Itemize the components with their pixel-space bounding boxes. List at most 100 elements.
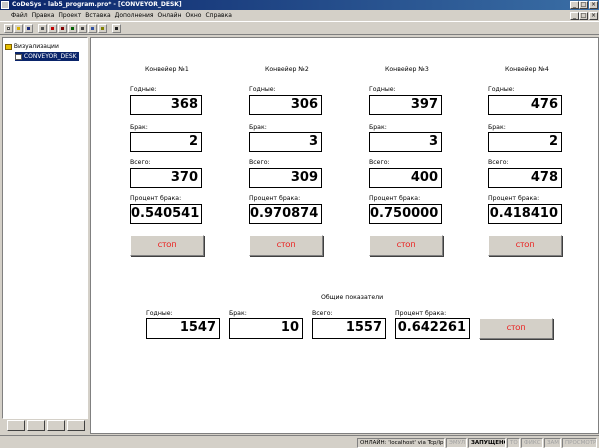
conveyor-3-title: Конвейер №3	[385, 66, 429, 73]
conveyor-2-pct-value: 0.970874	[249, 204, 322, 224]
watch-icon[interactable]	[98, 24, 107, 33]
defect-label: Брак:	[249, 124, 267, 131]
run-icon[interactable]	[68, 24, 77, 33]
visualization-tab-icon[interactable]	[47, 420, 65, 431]
tree-folder-label: Визуализации	[13, 43, 59, 50]
defect-label: Брак:	[488, 124, 506, 131]
status-sim: ЭМУЛ	[446, 438, 467, 448]
summary-total-value: 1557	[312, 318, 386, 339]
status-force: ФИКС	[521, 438, 543, 448]
child-maximize-button[interactable]: □	[579, 12, 588, 20]
conveyor-3-total-value: 400	[369, 168, 442, 188]
defect-pct-label: Процент брака:	[249, 195, 301, 202]
defect-label: Брак:	[369, 124, 387, 131]
defect-pct-label: Процент брака:	[130, 195, 182, 202]
conveyor-4-good-value: 476	[488, 95, 562, 115]
conveyor-1-total-value: 370	[130, 168, 202, 188]
menu-extras[interactable]: Дополнения	[113, 12, 156, 19]
status-online: ОНЛАЙН: 'localhost' via Tcp/Ip	[357, 438, 445, 448]
conveyor-2-stop-button[interactable]: СТОП	[249, 235, 323, 256]
total-label: Всего:	[488, 159, 509, 166]
conveyor-4-total-value: 478	[488, 168, 562, 188]
pou-tab-icon[interactable]	[7, 420, 25, 431]
conveyor-3-defect-value: 3	[369, 132, 442, 152]
menu-insert[interactable]: Вставка	[83, 12, 112, 19]
summary-total-label: Всего:	[312, 310, 333, 317]
folder-icon	[5, 43, 12, 50]
status-bar: ОНЛАЙН: 'localhost' via Tcp/Ip ЭМУЛ ЗАПУ…	[0, 435, 599, 448]
step-icon[interactable]	[88, 24, 97, 33]
summary-good-label: Годные:	[146, 310, 173, 317]
new-icon[interactable]	[4, 24, 13, 33]
conveyor-1-good-value: 368	[130, 95, 202, 115]
summary-title: Общие показатели	[321, 294, 384, 301]
status-overwrite: ЗАМ	[544, 438, 561, 448]
conveyor-1-title: Конвейер №1	[145, 66, 189, 73]
close-button[interactable]: ×	[589, 1, 598, 9]
good-label: Годные:	[488, 86, 515, 93]
menu-help[interactable]: Справка	[203, 12, 233, 19]
conveyor-4-stop-button[interactable]: СТОП	[488, 235, 562, 256]
conveyor-4-pct-value: 0.418410	[488, 204, 562, 224]
conveyor-1-defect-value: 2	[130, 132, 202, 152]
menu-window[interactable]: Окно	[184, 12, 204, 19]
child-close-button[interactable]: ×	[589, 12, 598, 20]
help-icon[interactable]	[112, 24, 121, 33]
conveyor-1-stop-button[interactable]: СТОП	[130, 235, 204, 256]
defect-label: Брак:	[130, 124, 148, 131]
conveyor-1-pct-value: 0.540541	[130, 204, 202, 224]
logout-icon[interactable]	[58, 24, 67, 33]
conveyor-4-title: Конвейер №4	[505, 66, 549, 73]
minimize-button[interactable]: _	[570, 1, 579, 9]
defect-pct-label: Процент брака:	[488, 195, 540, 202]
child-minimize-button[interactable]: _	[570, 12, 579, 20]
toolbar	[0, 21, 599, 35]
object-organizer: Визуализации CONVEYOR_DESK	[2, 37, 88, 419]
total-label: Всего:	[249, 159, 270, 166]
conveyor-2-total-value: 309	[249, 168, 322, 188]
menu-file[interactable]: Файл	[9, 12, 30, 19]
menu-online[interactable]: Онлайн	[156, 12, 184, 19]
conveyor-2-defect-value: 3	[249, 132, 322, 152]
total-label: Всего:	[369, 159, 390, 166]
defect-pct-label: Процент брака:	[369, 195, 421, 202]
conveyor-3-stop-button[interactable]: СТОП	[369, 235, 443, 256]
summary-good-value: 1547	[146, 318, 220, 339]
summary-pct-value: 0.642261	[395, 318, 470, 339]
compile-icon[interactable]	[38, 24, 47, 33]
stop-icon[interactable]	[78, 24, 87, 33]
organizer-tabs	[2, 419, 88, 432]
open-icon[interactable]	[14, 24, 23, 33]
maximize-button[interactable]: □	[579, 1, 588, 9]
menu-project[interactable]: Проект	[56, 12, 83, 19]
summary-pct-label: Процент брака:	[395, 310, 447, 317]
conveyor-3-pct-value: 0.750000	[369, 204, 442, 224]
visualization-canvas: Конвейер №1 Годные: 368 Брак: 2 Всего: 3…	[90, 37, 599, 434]
save-icon[interactable]	[24, 24, 33, 33]
conveyor-3-good-value: 397	[369, 95, 442, 115]
resources-tab-icon[interactable]	[67, 420, 85, 431]
good-label: Годные:	[369, 86, 396, 93]
conveyor-2-good-value: 306	[249, 95, 322, 115]
summary-defect-value: 10	[229, 318, 303, 339]
conveyor-4-defect-value: 2	[488, 132, 562, 152]
datatypes-tab-icon[interactable]	[27, 420, 45, 431]
status-breakpoint: ТО	[507, 438, 520, 448]
status-read: ПРОСМОТР	[562, 438, 597, 448]
status-running: ЗАПУЩЕНО	[468, 438, 506, 448]
window-title: CoDeSys - lab5_program.pro* - [CONVEYOR_…	[12, 1, 182, 8]
good-label: Годные:	[249, 86, 276, 93]
window-title-bar: CoDeSys - lab5_program.pro* - [CONVEYOR_…	[0, 0, 599, 10]
menu-bar: Файл Правка Проект Вставка Дополнения Он…	[0, 10, 599, 21]
login-icon[interactable]	[48, 24, 57, 33]
conveyor-2-title: Конвейер №2	[265, 66, 309, 73]
tree-item-conveyor-desk[interactable]: CONVEYOR_DESK	[15, 52, 79, 61]
menu-edit[interactable]: Правка	[30, 12, 57, 19]
tree-folder-visualizations[interactable]: Визуализации	[5, 42, 59, 51]
summary-stop-button[interactable]: СТОП	[479, 318, 553, 339]
app-icon	[1, 1, 9, 9]
summary-defect-label: Брак:	[229, 310, 247, 317]
tree-item-label: CONVEYOR_DESK	[23, 53, 77, 60]
good-label: Годные:	[130, 86, 157, 93]
visualization-icon	[15, 53, 22, 60]
